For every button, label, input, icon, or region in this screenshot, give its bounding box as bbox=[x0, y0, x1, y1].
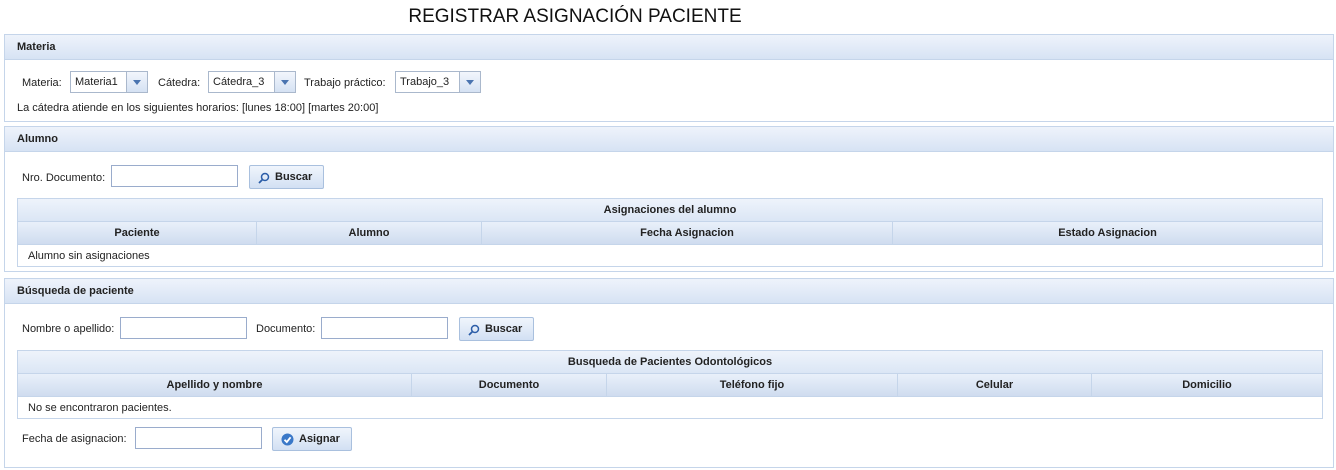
check-circle-icon bbox=[281, 433, 294, 449]
alumno-search-button[interactable]: Buscar bbox=[249, 165, 324, 189]
materia-panel-header: Materia bbox=[5, 35, 1333, 60]
trabajo-dropdown-trigger[interactable] bbox=[459, 72, 480, 92]
nombre-apellido-label: Nombre o apellido: bbox=[22, 323, 115, 335]
pacientes-grid-title: Busqueda de Pacientes Odontológicos bbox=[18, 351, 1322, 374]
materia-select[interactable]: Materia1 bbox=[70, 71, 148, 93]
column-header-telefono-fijo[interactable]: Teléfono fijo bbox=[607, 374, 898, 396]
documento-input[interactable] bbox=[321, 317, 448, 339]
alumno-search-label: Buscar bbox=[275, 171, 313, 183]
search-icon bbox=[258, 172, 270, 187]
nro-documento-label: Nro. Documento: bbox=[22, 172, 106, 184]
trabajo-select-value: Trabajo_3 bbox=[400, 76, 450, 88]
fecha-asignacion-input[interactable] bbox=[135, 427, 262, 449]
materia-label: Materia: bbox=[22, 77, 62, 89]
column-header-celular[interactable]: Celular bbox=[898, 374, 1092, 396]
column-header-documento[interactable]: Documento bbox=[412, 374, 607, 396]
column-header-paciente[interactable]: Paciente bbox=[18, 222, 257, 244]
fecha-asignacion-label: Fecha de asignacion: bbox=[22, 433, 127, 445]
nro-documento-input[interactable] bbox=[111, 165, 238, 187]
paciente-search-button[interactable]: Buscar bbox=[459, 317, 534, 341]
asignar-button[interactable]: Asignar bbox=[272, 427, 352, 451]
column-header-apellido-nombre[interactable]: Apellido y nombre bbox=[18, 374, 412, 396]
pacientes-grid: Busqueda de Pacientes Odontológicos Apel… bbox=[17, 350, 1323, 419]
materia-panel: Materia Materia: Materia1 Cátedra: Cáted… bbox=[4, 34, 1334, 122]
trabajo-label: Trabajo práctico: bbox=[304, 77, 386, 89]
search-icon bbox=[468, 324, 480, 339]
paciente-panel: Búsqueda de paciente Nombre o apellido: … bbox=[4, 278, 1334, 468]
materia-select-value: Materia1 bbox=[75, 76, 118, 88]
chevron-down-icon bbox=[281, 80, 289, 85]
nombre-apellido-input[interactable] bbox=[120, 317, 247, 339]
alumno-panel-header: Alumno bbox=[5, 127, 1333, 152]
alumno-panel: Alumno Nro. Documento: Buscar Asignacion… bbox=[4, 126, 1334, 272]
chevron-down-icon bbox=[133, 80, 141, 85]
horarios-text: La cátedra atiende en los siguientes hor… bbox=[17, 102, 379, 114]
asignaciones-grid: Asignaciones del alumno Paciente Alumno … bbox=[17, 198, 1323, 267]
catedra-select-value: Cátedra_3 bbox=[213, 76, 265, 88]
asignaciones-grid-title: Asignaciones del alumno bbox=[18, 199, 1322, 222]
trabajo-select[interactable]: Trabajo_3 bbox=[395, 71, 481, 93]
column-header-domicilio[interactable]: Domicilio bbox=[1092, 374, 1322, 396]
asignar-label: Asignar bbox=[299, 433, 340, 445]
paciente-panel-header: Búsqueda de paciente bbox=[5, 279, 1333, 304]
materia-dropdown-trigger[interactable] bbox=[126, 72, 147, 92]
documento-label: Documento: bbox=[256, 323, 316, 335]
asignaciones-grid-header: Paciente Alumno Fecha Asignacion Estado … bbox=[18, 222, 1322, 245]
pacientes-grid-header: Apellido y nombre Documento Teléfono fij… bbox=[18, 374, 1322, 397]
paciente-search-label: Buscar bbox=[485, 323, 523, 335]
asignaciones-empty-text: Alumno sin asignaciones bbox=[28, 250, 150, 262]
column-header-fecha-asignacion[interactable]: Fecha Asignacion bbox=[482, 222, 893, 244]
page-title: REGISTRAR ASIGNACIÓN PACIENTE bbox=[408, 6, 742, 27]
catedra-select[interactable]: Cátedra_3 bbox=[208, 71, 296, 93]
chevron-down-icon bbox=[466, 80, 474, 85]
catedra-dropdown-trigger[interactable] bbox=[274, 72, 295, 92]
catedra-label: Cátedra: bbox=[158, 77, 201, 89]
pacientes-empty-text: No se encontraron pacientes. bbox=[28, 402, 172, 414]
column-header-alumno[interactable]: Alumno bbox=[257, 222, 482, 244]
column-header-estado-asignacion[interactable]: Estado Asignacion bbox=[893, 222, 1322, 244]
